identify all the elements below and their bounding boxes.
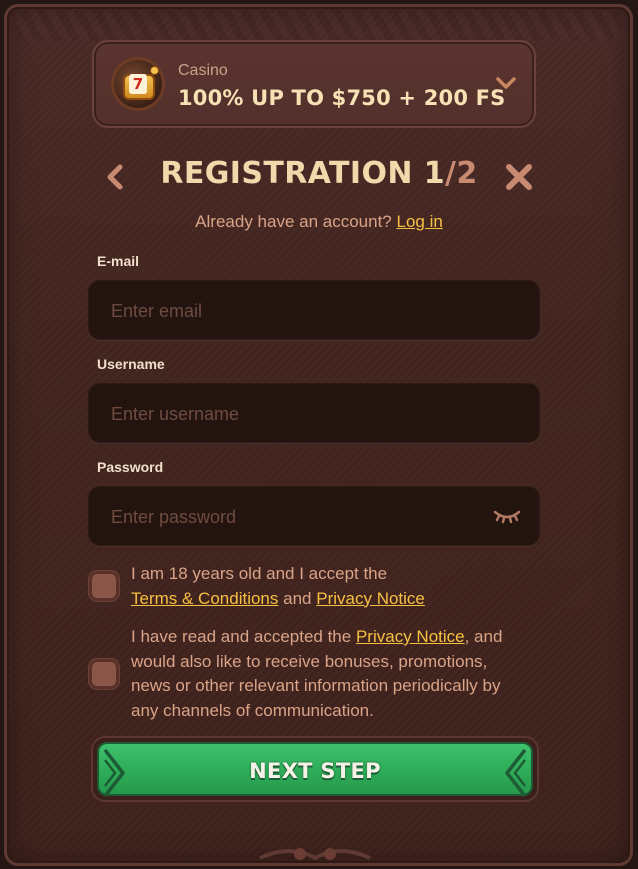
step-indicator: /2 <box>444 156 478 191</box>
chevron-down-icon[interactable] <box>496 76 516 90</box>
age-terms-checkbox[interactable] <box>89 571 119 601</box>
title-text: REGISTRATION 1 <box>160 156 445 191</box>
and-text: and <box>283 588 312 608</box>
marketing-privacy-notice-link[interactable]: Privacy Notice <box>356 627 465 646</box>
page-title: REGISTRATION 1/2 <box>0 156 638 191</box>
password-input[interactable] <box>109 487 493 547</box>
username-label: Username <box>97 356 165 372</box>
decorative-pattern <box>17 11 620 41</box>
next-step-label: NEXT STEP <box>249 759 381 783</box>
username-field-wrapper <box>88 383 540 444</box>
modal-header: REGISTRATION 1/2 <box>0 150 638 206</box>
age-terms-text: I am 18 years old and I accept the Terms… <box>131 562 531 611</box>
login-prompt: Already have an account? Log in <box>0 212 638 232</box>
close-icon[interactable] <box>504 162 534 192</box>
username-input[interactable] <box>109 384 493 444</box>
bottom-ornament-icon <box>259 848 371 861</box>
bonus-category: Casino <box>178 62 228 79</box>
next-step-button-face: NEXT STEP <box>97 742 533 798</box>
privacy-notice-link[interactable]: Privacy Notice <box>316 589 425 608</box>
slot-machine-icon: 7 <box>114 60 162 108</box>
email-label: E-mail <box>97 253 140 269</box>
next-step-button[interactable]: NEXT STEP <box>91 736 539 802</box>
marketing-consent-checkbox[interactable] <box>89 659 119 689</box>
bonus-selector[interactable]: 7 Casino 100% UP TO $750 + 200 FS <box>92 40 536 128</box>
terms-conditions-link[interactable]: Terms & Conditions <box>131 589 278 608</box>
password-field-wrapper <box>88 486 540 547</box>
login-link[interactable]: Log in <box>397 212 443 231</box>
bonus-title: 100% UP TO $750 + 200 FS <box>178 86 506 110</box>
email-field-wrapper <box>88 280 540 341</box>
email-input[interactable] <box>109 281 493 341</box>
marketing-consent-text: I have read and accepted the Privacy Not… <box>131 625 531 723</box>
age-terms-statement: I am 18 years old and I accept the <box>131 564 388 583</box>
password-label: Password <box>97 459 164 475</box>
marketing-pre-text: I have read and accepted the <box>131 627 352 646</box>
login-prompt-text: Already have an account? <box>195 212 392 231</box>
eye-closed-icon[interactable] <box>493 507 521 525</box>
